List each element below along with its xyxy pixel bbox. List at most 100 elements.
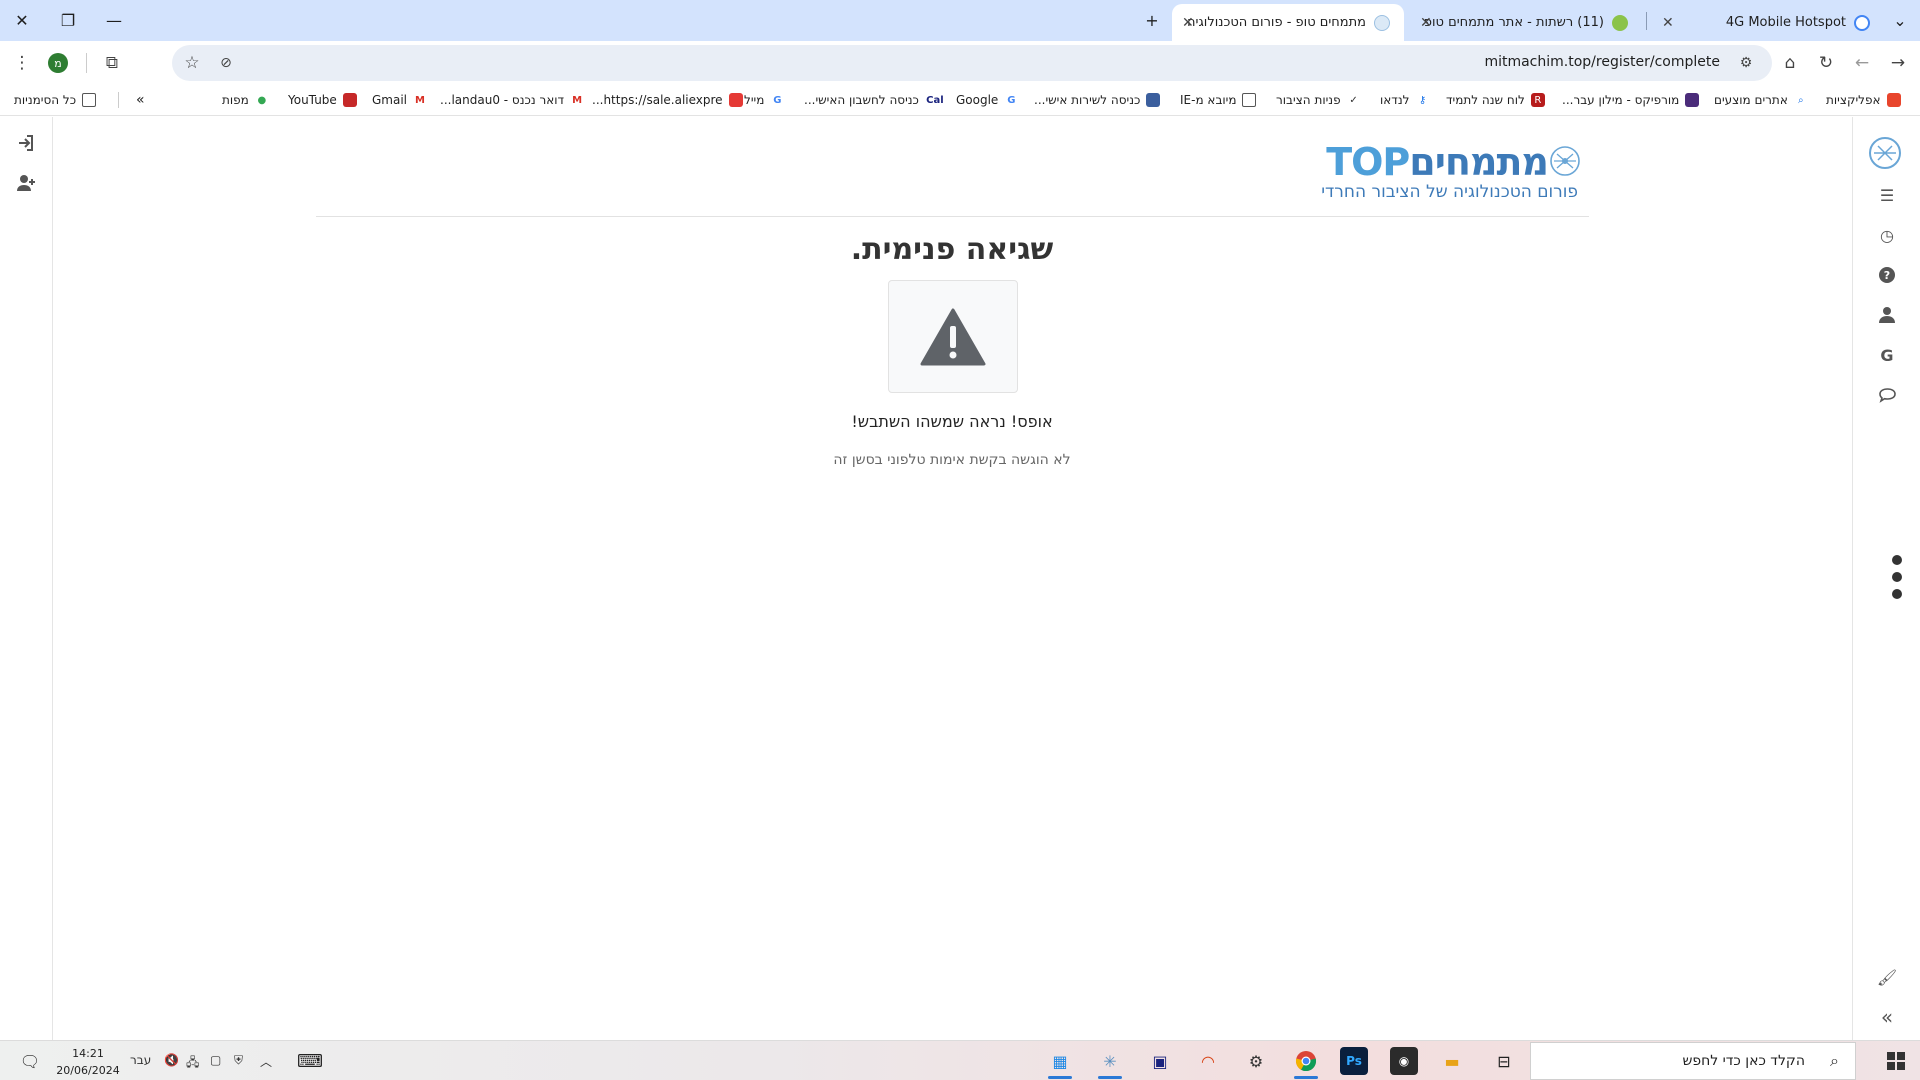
bookmark-public-inquiries[interactable]: ✓ פניות הציבור (1276, 90, 1361, 110)
tab-hotspot[interactable]: 4G Mobile Hotspot ✕ (1652, 4, 1884, 41)
warning-triangle-icon (920, 308, 986, 365)
bookmark-folder-ie[interactable]: מיובא מ-IE (1180, 90, 1257, 110)
bookmark-label: אתרים מוצעים (1714, 93, 1788, 107)
collapse-chevrons-icon[interactable]: « (1875, 1005, 1899, 1029)
show-hidden-icons-chevron-up-icon[interactable]: ︿ (260, 1053, 272, 1070)
svg-text:?: ? (1884, 269, 1890, 282)
security-shield-icon[interactable]: ⛨ (234, 1053, 243, 1068)
photoshop-icon[interactable]: Ps (1340, 1047, 1368, 1075)
site-logo[interactable]: מתמחיםTOP פורום הטכנולוגיה של הציבור החר… (1306, 140, 1582, 202)
clock-time: 14:21 (72, 1047, 104, 1060)
address-bar[interactable]: ☆ ⊘ mitmachim.top/register/complete ⚙ (172, 45, 1772, 81)
header-divider (316, 216, 1589, 217)
tab-search-chevron-down-icon[interactable]: ⌄ (1880, 4, 1920, 36)
bookmark-personal-service[interactable]: כניסה לשירות אישי... (1034, 90, 1161, 110)
bookmark-label: דואר נכנס - landau0... (440, 93, 565, 107)
bookmark-calendar[interactable]: R לוח שנה לתמיד (1446, 90, 1545, 110)
scroll-dot[interactable] (1892, 572, 1902, 582)
close-tab-icon[interactable]: ✕ (1420, 15, 1432, 31)
back-arrow-icon[interactable]: ← (1846, 47, 1878, 79)
chat-bubble-icon[interactable] (1875, 383, 1899, 407)
settings-gear-icon[interactable]: ⚙ (1242, 1047, 1270, 1075)
warning-box (888, 280, 1018, 393)
tab-title: (11) רשתות - אתר מתמחים טופ (1424, 15, 1604, 30)
volume-muted-icon[interactable]: 🔇 (164, 1053, 179, 1067)
mitmachim-app-icon[interactable]: ✳ (1096, 1047, 1124, 1079)
forward-arrow-icon[interactable]: → (1882, 47, 1914, 79)
bookmark-inbox[interactable]: M דואר נכנס - landau0... (440, 90, 585, 110)
apps-grid-icon (1886, 93, 1901, 107)
restore-window-icon[interactable]: ❐ (48, 4, 88, 36)
bookmark-maps[interactable]: ● מפות (222, 90, 269, 110)
google-icon: G (1004, 93, 1019, 107)
forum-logo-icon[interactable] (1865, 133, 1905, 173)
extensions-puzzle-icon[interactable]: ⧉ (96, 47, 128, 79)
bookmark-star-icon[interactable]: ☆ (178, 49, 206, 77)
minimize-window-icon[interactable]: — (94, 4, 134, 36)
bookmark-mail[interactable]: G מייל (744, 90, 785, 110)
bookmark-aliexpress[interactable]: https://sale.aliexpre... (592, 90, 743, 110)
tab-title: 4G Mobile Hotspot (1725, 15, 1846, 30)
bookmark-label: מורפיקס - מילון עבר... (1562, 93, 1680, 107)
gmail-icon: M (413, 93, 428, 107)
bookmark-label: מייל (744, 93, 765, 107)
register-user-plus-icon[interactable] (14, 171, 38, 195)
site-settings-icon[interactable]: ⚙ (1732, 49, 1760, 77)
bookmarks-overflow-button[interactable]: » (136, 90, 145, 110)
close-tab-icon[interactable]: ✕ (1662, 15, 1674, 31)
profile-avatar[interactable]: מ (48, 53, 68, 73)
bookmark-youtube[interactable]: YouTube (288, 90, 357, 110)
bookmarks-bar: אפליקציות ⌕ אתרים מוצעים מורפיקס - מילון… (0, 84, 1920, 116)
close-window-icon[interactable]: ✕ (2, 4, 42, 36)
file-explorer-icon[interactable]: ▬ (1438, 1047, 1466, 1075)
all-bookmarks-button[interactable]: כל הסימניות (14, 90, 97, 110)
error-title: שגיאה פנימית. (850, 232, 1054, 267)
bookmark-suggested[interactable]: ⌕ אתרים מוצעים (1714, 90, 1808, 110)
reload-icon[interactable]: ↻ (1810, 47, 1842, 79)
network-icon[interactable]: 🖧 (186, 1053, 199, 1074)
user-icon[interactable] (1875, 303, 1899, 327)
bank-icon (1146, 93, 1161, 107)
bookmark-label: YouTube (288, 93, 337, 107)
scroll-dot[interactable] (1892, 555, 1902, 565)
google-icon[interactable]: G (1875, 343, 1899, 367)
help-question-icon[interactable]: ? (1875, 263, 1899, 287)
login-icon[interactable] (14, 131, 38, 155)
logo-brand-text: מתמחיםTOP (1326, 140, 1549, 184)
menu-kebab-icon[interactable]: ⋮ (6, 47, 38, 79)
paint-brush-icon[interactable]: 🖌 (1875, 965, 1899, 989)
tab-networks[interactable]: (11) רשתות - אתר מתמחים טופ ✕ (1410, 4, 1642, 41)
home-icon[interactable]: ⌂ (1774, 47, 1806, 79)
task-view-icon[interactable]: ⊟ (1490, 1047, 1518, 1075)
notifications-icon[interactable]: 🗨 (16, 1047, 44, 1075)
tab-mitmachim[interactable]: מתמחים טופ - פורום הטכנולוגיה ✕ (1172, 4, 1404, 41)
app-orange-icon[interactable]: ◠ (1194, 1047, 1222, 1075)
url-text[interactable]: mitmachim.top/register/complete (1484, 54, 1720, 70)
taskbar-search[interactable]: ⌕ הקלד כאן כדי לחפש (1530, 1042, 1856, 1080)
scroll-dot[interactable] (1892, 589, 1902, 599)
bookmark-morfix[interactable]: מורפיקס - מילון עבר... (1562, 90, 1700, 110)
install-app-icon[interactable]: ⊘ (212, 49, 240, 77)
app-monitor-icon[interactable]: ▦ (1046, 1047, 1074, 1079)
bookmark-landau[interactable]: ⚷ לנדאו (1380, 90, 1430, 110)
clock-icon[interactable]: ◷ (1875, 223, 1899, 247)
bookmark-label: מפות (222, 93, 249, 107)
start-windows-icon[interactable] (1882, 1047, 1910, 1075)
close-tab-icon[interactable]: ✕ (1182, 15, 1194, 31)
bookmark-google[interactable]: G Google (956, 90, 1019, 110)
chrome-icon[interactable] (1292, 1047, 1320, 1079)
error-message: אופס! נראה שמשהו השתבש! (851, 412, 1053, 431)
tab-strip: ✕ ❐ — + מתמחים טופ - פורום הטכנולוגיה ✕ … (0, 0, 1920, 41)
meet-now-icon[interactable]: ▢ (210, 1053, 221, 1067)
bookmark-apps[interactable]: אפליקציות (1826, 90, 1901, 110)
app-blue-icon[interactable]: ▣ (1146, 1047, 1174, 1075)
menu-hamburger-icon[interactable]: ☰ (1875, 183, 1899, 207)
input-language[interactable]: עבר (130, 1053, 151, 1067)
keyboard-layout-icon[interactable]: ⌨ (296, 1047, 324, 1075)
taskbar-clock[interactable]: 14:21 20/06/2024 (52, 1045, 124, 1079)
app-dark-icon[interactable]: ◉ (1390, 1047, 1418, 1075)
new-tab-button[interactable]: + (1132, 4, 1172, 36)
bookmark-gmail[interactable]: M Gmail (372, 90, 428, 110)
bookmark-cal-account[interactable]: Cal כניסה לחשבון האישי... (804, 90, 945, 110)
bookmark-label: Google (956, 93, 999, 107)
